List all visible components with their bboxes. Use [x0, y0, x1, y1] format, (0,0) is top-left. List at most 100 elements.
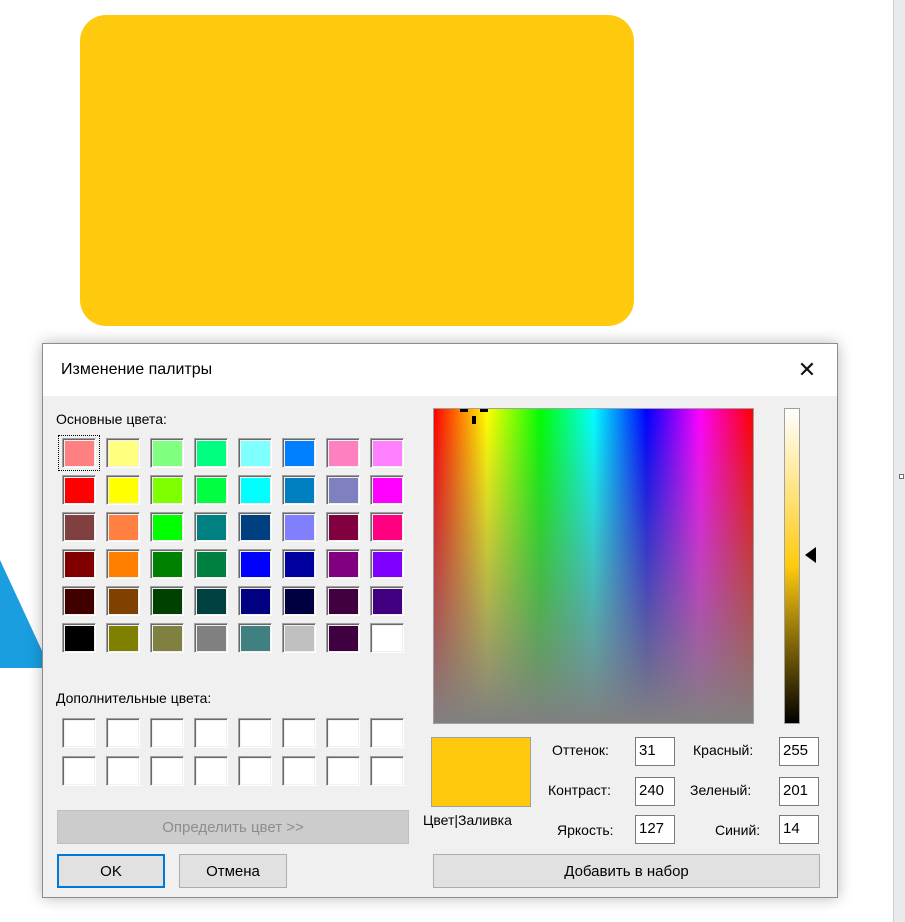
basic-color-swatch-fill [197, 515, 226, 540]
custom-color-swatch-fill [329, 759, 358, 784]
cancel-button[interactable]: Отмена [179, 854, 287, 888]
custom-color-swatch[interactable] [62, 756, 96, 786]
custom-color-swatch[interactable] [326, 718, 360, 748]
basic-color-swatch[interactable] [282, 586, 316, 616]
basic-color-swatch-fill [373, 626, 402, 651]
custom-color-swatch-fill [373, 721, 402, 746]
custom-color-swatch[interactable] [106, 756, 140, 786]
yellow-rounded-rectangle[interactable] [80, 15, 634, 326]
saturation-input[interactable]: 240 [635, 777, 675, 806]
basic-color-swatch[interactable] [238, 549, 272, 579]
basic-color-swatch-fill [285, 589, 314, 614]
custom-color-swatch-fill [109, 759, 138, 784]
basic-color-swatch[interactable] [194, 475, 228, 505]
basic-color-swatch[interactable] [150, 549, 184, 579]
define-custom-colors-button[interactable]: Определить цвет >> [57, 810, 409, 844]
basic-color-swatch-fill [197, 478, 226, 503]
basic-color-swatch[interactable] [194, 623, 228, 653]
custom-color-swatch[interactable] [150, 756, 184, 786]
ok-button[interactable]: OK [57, 854, 165, 888]
basic-color-swatch[interactable] [150, 438, 184, 468]
basic-color-swatch[interactable] [106, 475, 140, 505]
custom-color-swatch[interactable] [370, 718, 404, 748]
basic-color-swatch[interactable] [150, 512, 184, 542]
basic-color-swatch[interactable] [62, 475, 96, 505]
basic-color-swatch-fill [153, 478, 182, 503]
red-input[interactable]: 255 [779, 737, 819, 766]
custom-color-swatch[interactable] [194, 756, 228, 786]
custom-color-swatch[interactable] [106, 718, 140, 748]
basic-color-swatch[interactable] [238, 438, 272, 468]
basic-color-swatch-fill [241, 478, 270, 503]
custom-color-swatch[interactable] [194, 718, 228, 748]
basic-color-swatch-fill [109, 589, 138, 614]
hue-input[interactable]: 31 [635, 737, 675, 766]
basic-color-swatch[interactable] [150, 586, 184, 616]
basic-color-swatch[interactable] [150, 475, 184, 505]
basic-color-swatch[interactable] [238, 586, 272, 616]
basic-color-swatch[interactable] [282, 623, 316, 653]
basic-color-swatch-fill [285, 552, 314, 577]
basic-color-swatch-fill [285, 515, 314, 540]
hue-label: Оттенок: [552, 742, 609, 758]
basic-color-swatch[interactable] [106, 586, 140, 616]
basic-color-swatch[interactable] [150, 623, 184, 653]
basic-color-swatch[interactable] [194, 512, 228, 542]
basic-color-swatch[interactable] [326, 586, 360, 616]
basic-color-swatch[interactable] [194, 586, 228, 616]
close-button[interactable]: ✕ [789, 353, 825, 387]
basic-color-swatch-fill [373, 552, 402, 577]
basic-color-swatch[interactable] [370, 623, 404, 653]
basic-color-swatch[interactable] [370, 475, 404, 505]
custom-color-swatch[interactable] [150, 718, 184, 748]
basic-color-swatch[interactable] [282, 512, 316, 542]
basic-color-swatch[interactable] [326, 623, 360, 653]
basic-color-swatch[interactable] [238, 512, 272, 542]
basic-color-swatch[interactable] [62, 586, 96, 616]
basic-color-swatch[interactable] [282, 438, 316, 468]
basic-color-swatch-fill [65, 552, 94, 577]
resize-handle[interactable] [899, 474, 904, 479]
basic-color-swatch[interactable] [62, 512, 96, 542]
add-to-custom-colors-button[interactable]: Добавить в набор [433, 854, 820, 888]
basic-color-swatch[interactable] [370, 549, 404, 579]
basic-color-swatch[interactable] [194, 438, 228, 468]
basic-color-swatch[interactable] [106, 549, 140, 579]
basic-color-swatch-fill [197, 589, 226, 614]
custom-color-swatch[interactable] [62, 718, 96, 748]
basic-color-swatch[interactable] [282, 549, 316, 579]
basic-color-swatch-fill [329, 441, 358, 466]
luminosity-arrow-icon[interactable] [805, 547, 816, 563]
basic-color-swatch[interactable] [62, 623, 96, 653]
basic-color-swatch[interactable] [326, 475, 360, 505]
custom-color-swatch[interactable] [282, 718, 316, 748]
basic-color-swatch[interactable] [106, 438, 140, 468]
basic-color-swatch[interactable] [370, 512, 404, 542]
basic-color-swatch[interactable] [62, 549, 96, 579]
custom-color-swatch[interactable] [238, 718, 272, 748]
basic-color-swatch[interactable] [238, 475, 272, 505]
basic-color-swatch-fill [373, 441, 402, 466]
basic-color-swatch[interactable] [326, 438, 360, 468]
custom-color-swatch[interactable] [326, 756, 360, 786]
custom-color-swatch[interactable] [370, 756, 404, 786]
custom-color-swatch-fill [329, 721, 358, 746]
color-spectrum[interactable] [433, 408, 754, 724]
basic-color-swatch[interactable] [370, 586, 404, 616]
basic-color-swatch[interactable] [106, 512, 140, 542]
custom-color-swatch[interactable] [238, 756, 272, 786]
basic-color-swatch[interactable] [282, 475, 316, 505]
basic-color-swatch[interactable] [194, 549, 228, 579]
green-input[interactable]: 201 [779, 777, 819, 806]
custom-color-swatch[interactable] [282, 756, 316, 786]
basic-color-swatch[interactable] [326, 549, 360, 579]
basic-color-swatch[interactable] [106, 623, 140, 653]
dialog-titlebar[interactable]: Изменение палитры ✕ [43, 344, 837, 396]
blue-input[interactable]: 14 [779, 815, 819, 844]
basic-color-swatch-fill [153, 626, 182, 651]
basic-color-swatch[interactable] [370, 438, 404, 468]
basic-color-swatch[interactable] [238, 623, 272, 653]
luminosity-slider[interactable] [784, 408, 800, 724]
luminosity-input[interactable]: 127 [635, 815, 675, 844]
basic-color-swatch[interactable] [326, 512, 360, 542]
